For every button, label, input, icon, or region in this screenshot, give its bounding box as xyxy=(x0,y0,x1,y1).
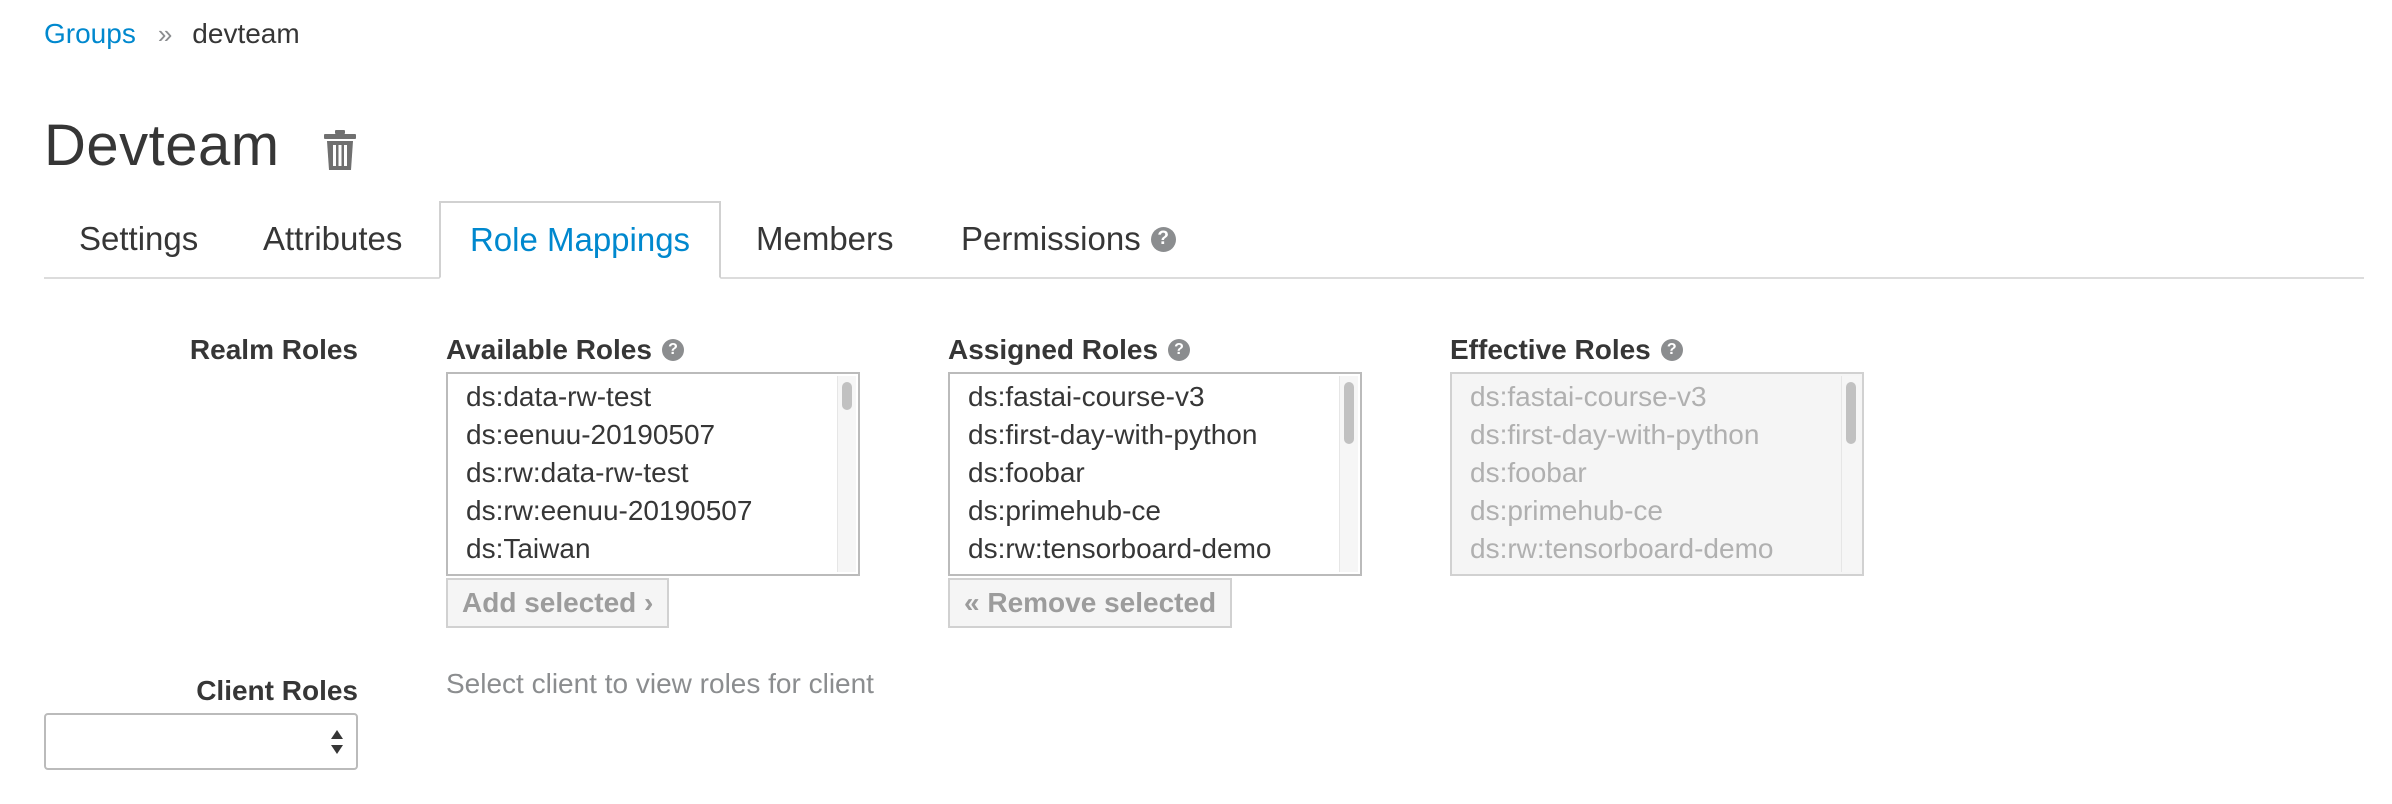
help-icon[interactable]: ? xyxy=(1150,226,1176,252)
tab-role-mappings[interactable]: Role Mappings xyxy=(439,201,721,279)
help-icon[interactable]: ? xyxy=(1168,339,1191,361)
add-selected-button[interactable]: Add selected › xyxy=(446,578,670,628)
tab-label: Members xyxy=(756,220,894,257)
scrollbar[interactable] xyxy=(837,376,856,572)
available-roles-list[interactable]: ds:data-rw-test ds:eenuu-20190507 ds:rw:… xyxy=(446,372,860,576)
list-item[interactable]: ds:first-day-with-python xyxy=(968,416,1360,454)
scrollbar-thumb[interactable] xyxy=(1344,382,1354,444)
realm-roles-label: Realm Roles xyxy=(189,334,358,365)
list-item[interactable]: ds:eenuu-20190507 xyxy=(466,416,858,454)
effective-roles-list: ds:fastai-course-v3 ds:first-day-with-py… xyxy=(1450,372,1864,576)
assigned-roles-title: Assigned Roles xyxy=(948,334,1159,365)
effective-roles-label: Effective Roles ? xyxy=(1450,334,1683,366)
list-item: ds:rw:tensorboard-demo xyxy=(1470,533,1774,564)
list-item[interactable]: ds:data-rw-test xyxy=(466,378,858,416)
assigned-roles-label: Assigned Roles ? xyxy=(948,334,1191,366)
breadcrumb-separator: » xyxy=(157,18,173,49)
trash-icon[interactable] xyxy=(323,129,356,170)
tab-bar: Settings Attributes Role Mappings Member… xyxy=(44,201,2364,279)
tab-members[interactable]: Members xyxy=(756,201,894,277)
list-item[interactable]: ds:rw:eenuu-20190507 xyxy=(466,492,858,530)
list-item[interactable]: ds:fastai-course-v3 xyxy=(968,378,1360,416)
available-roles-title: Available Roles xyxy=(446,334,652,365)
effective-roles-title: Effective Roles xyxy=(1450,334,1651,365)
list-item[interactable]: ds:rw:data-rw-test xyxy=(466,454,858,492)
scrollbar-thumb[interactable] xyxy=(842,382,852,410)
tab-label: Attributes xyxy=(263,220,403,257)
scrollbar-thumb[interactable] xyxy=(1846,382,1856,444)
tab-settings[interactable]: Settings xyxy=(79,201,198,277)
client-roles-hint: Select client to view roles for client xyxy=(446,668,874,699)
list-item[interactable]: ds:foobar xyxy=(968,454,1360,492)
help-icon[interactable]: ? xyxy=(661,339,684,361)
breadcrumb-current: devteam xyxy=(192,18,300,49)
assigned-roles-list[interactable]: ds:fastai-course-v3 ds:first-day-with-py… xyxy=(948,372,1362,576)
list-item[interactable]: ds:primehub-ce xyxy=(968,492,1360,530)
client-roles-label: Client Roles xyxy=(196,675,358,706)
tab-label: Permissions xyxy=(961,220,1141,257)
list-item: ds:primehub-ce xyxy=(1470,495,1663,526)
help-icon[interactable]: ? xyxy=(1660,339,1683,361)
breadcrumb: Groups » devteam xyxy=(44,18,300,50)
tab-label: Settings xyxy=(79,220,199,257)
list-item: ds:first-day-with-python xyxy=(1470,419,1760,450)
tab-label: Role Mappings xyxy=(469,221,691,258)
tab-permissions[interactable]: Permissions ? xyxy=(961,201,1176,277)
select-arrows-icon xyxy=(330,729,344,755)
page-header: Devteam xyxy=(44,112,356,179)
list-item[interactable]: ds:Taiwan xyxy=(466,530,858,568)
remove-selected-button[interactable]: « Remove selected xyxy=(948,578,1233,628)
page-title: Devteam xyxy=(44,113,280,178)
scrollbar[interactable] xyxy=(1339,376,1358,572)
list-item: ds:fastai-course-v3 xyxy=(1470,381,1707,412)
list-item: ds:foobar xyxy=(1470,457,1587,488)
tab-attributes[interactable]: Attributes xyxy=(263,201,402,277)
scrollbar[interactable] xyxy=(1841,376,1860,572)
client-select[interactable] xyxy=(44,713,358,770)
breadcrumb-groups-link[interactable]: Groups xyxy=(44,18,136,50)
list-item[interactable]: ds:rw:tensorboard-demo xyxy=(968,530,1360,568)
available-roles-label: Available Roles ? xyxy=(446,334,684,366)
